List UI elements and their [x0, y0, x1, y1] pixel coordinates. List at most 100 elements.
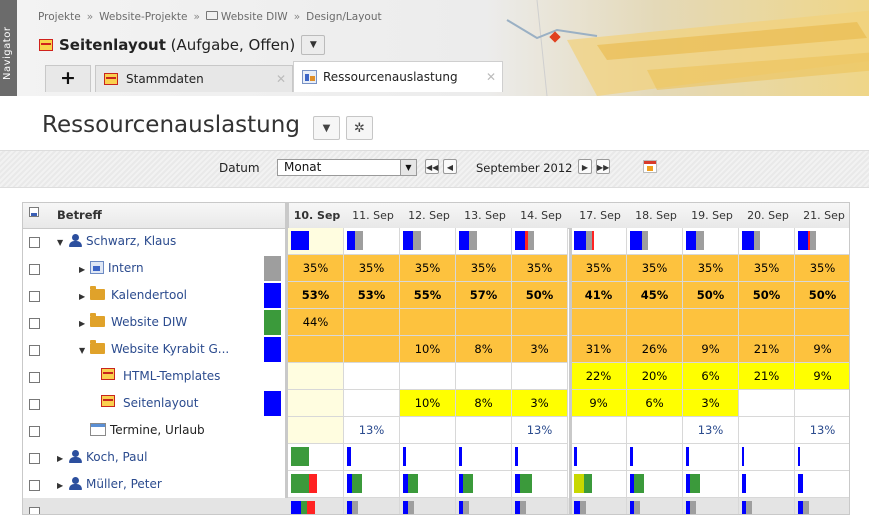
allocation-cell[interactable] [512, 363, 568, 390]
allocation-cell[interactable] [400, 417, 456, 444]
allocation-cell[interactable]: 53% [288, 282, 344, 309]
allocation-cell[interactable]: 35% [344, 255, 400, 282]
allocation-cell[interactable] [288, 444, 344, 471]
allocation-cell[interactable] [456, 309, 512, 336]
allocation-cell[interactable] [627, 228, 683, 255]
allocation-cell[interactable]: 35% [683, 255, 739, 282]
allocation-cell[interactable] [456, 444, 512, 471]
allocation-cell[interactable] [739, 498, 795, 514]
allocation-cell[interactable] [627, 498, 683, 514]
allocation-cell[interactable] [683, 498, 739, 514]
allocation-cell[interactable]: 13% [683, 417, 739, 444]
allocation-cell[interactable] [627, 417, 683, 444]
allocation-cell[interactable] [288, 471, 344, 498]
allocation-cell[interactable] [512, 498, 568, 514]
allocation-cell[interactable]: 50% [795, 282, 849, 309]
allocation-cell[interactable]: 35% [627, 255, 683, 282]
allocation-cell[interactable] [683, 309, 739, 336]
allocation-cell[interactable] [288, 363, 344, 390]
allocation-cell[interactable] [795, 444, 849, 471]
allocation-cell[interactable] [288, 498, 344, 514]
allocation-cell[interactable]: 53% [344, 282, 400, 309]
row-checkbox[interactable] [29, 372, 40, 383]
expand-arrow-icon[interactable]: ▶ [79, 310, 90, 337]
row-checkbox[interactable] [29, 264, 40, 275]
allocation-cell[interactable] [400, 444, 456, 471]
allocation-cell[interactable] [512, 309, 568, 336]
allocation-cell[interactable] [344, 363, 400, 390]
row-checkbox[interactable] [29, 399, 40, 410]
allocation-cell[interactable]: 55% [400, 282, 456, 309]
allocation-cell[interactable] [571, 309, 627, 336]
allocation-cell[interactable]: 57% [456, 282, 512, 309]
previous-period-button[interactable]: ◀ [443, 159, 457, 174]
allocation-cell[interactable] [512, 228, 568, 255]
allocation-cell[interactable] [739, 390, 795, 417]
allocation-cell[interactable] [400, 471, 456, 498]
allocation-cell[interactable] [400, 309, 456, 336]
allocation-cell[interactable] [795, 228, 849, 255]
allocation-cell[interactable] [795, 309, 849, 336]
allocation-cell[interactable] [571, 471, 627, 498]
add-tab-button[interactable]: + [45, 65, 91, 92]
tab-ressourcenauslastung[interactable]: Ressourcenauslastung ✕ [293, 61, 503, 92]
allocation-cell[interactable]: 26% [627, 336, 683, 363]
allocation-cell[interactable]: 3% [512, 390, 568, 417]
allocation-cell[interactable] [627, 309, 683, 336]
collapse-arrow-icon[interactable]: ▼ [79, 337, 90, 364]
allocation-cell[interactable]: 10% [400, 336, 456, 363]
row-checkbox[interactable] [29, 237, 40, 248]
row-link[interactable]: Intern [108, 261, 144, 275]
close-icon[interactable]: ✕ [486, 70, 496, 84]
allocation-cell[interactable]: 45% [627, 282, 683, 309]
allocation-cell[interactable]: 35% [288, 255, 344, 282]
row-link[interactable]: Website Kyrabit G... [111, 342, 229, 356]
allocation-cell[interactable]: 50% [683, 282, 739, 309]
allocation-cell[interactable]: 44% [288, 309, 344, 336]
allocation-cell[interactable]: 21% [739, 336, 795, 363]
allocation-cell[interactable]: 9% [795, 363, 849, 390]
row-link[interactable]: Müller, Peter [86, 477, 162, 491]
row-checkbox[interactable] [29, 345, 40, 356]
expand-arrow-icon[interactable]: ▶ [79, 283, 90, 310]
allocation-cell[interactable] [739, 309, 795, 336]
settings-button[interactable]: ✲ [346, 116, 373, 140]
row-link[interactable]: HTML-Templates [123, 369, 220, 383]
allocation-cell[interactable] [739, 471, 795, 498]
allocation-cell[interactable]: 9% [683, 336, 739, 363]
allocation-cell[interactable] [739, 228, 795, 255]
expand-arrow-icon[interactable]: ▶ [57, 445, 68, 472]
allocation-cell[interactable]: 10% [400, 390, 456, 417]
last-period-button[interactable]: ▶▶ [596, 159, 610, 174]
allocation-cell[interactable]: 20% [627, 363, 683, 390]
breadcrumb-item-projekte[interactable]: Projekte [38, 11, 81, 23]
allocation-cell[interactable] [571, 417, 627, 444]
allocation-cell[interactable]: 9% [571, 390, 627, 417]
allocation-cell[interactable]: 6% [627, 390, 683, 417]
allocation-cell[interactable] [627, 471, 683, 498]
allocation-cell[interactable] [456, 228, 512, 255]
allocation-cell[interactable] [400, 363, 456, 390]
allocation-cell[interactable] [571, 444, 627, 471]
allocation-cell[interactable] [739, 417, 795, 444]
allocation-cell[interactable] [288, 417, 344, 444]
betreff-column-header[interactable]: Betreff [57, 208, 102, 222]
allocation-cell[interactable]: 35% [795, 255, 849, 282]
allocation-cell[interactable] [288, 390, 344, 417]
allocation-cell[interactable] [400, 228, 456, 255]
tab-stammdaten[interactable]: Stammdaten ✕ [95, 65, 293, 92]
row-checkbox[interactable] [29, 291, 40, 302]
allocation-cell[interactable]: 50% [739, 282, 795, 309]
allocation-cell[interactable] [344, 471, 400, 498]
allocation-cell[interactable] [344, 336, 400, 363]
allocation-cell[interactable]: 9% [795, 336, 849, 363]
allocation-cell[interactable] [344, 498, 400, 514]
allocation-cell[interactable]: 6% [683, 363, 739, 390]
allocation-cell[interactable] [627, 444, 683, 471]
allocation-cell[interactable] [400, 498, 456, 514]
allocation-cell[interactable] [456, 363, 512, 390]
row-checkbox[interactable] [29, 507, 40, 514]
allocation-cell[interactable] [456, 498, 512, 514]
allocation-cell[interactable] [795, 498, 849, 514]
expand-arrow-icon[interactable]: ▶ [57, 472, 68, 499]
